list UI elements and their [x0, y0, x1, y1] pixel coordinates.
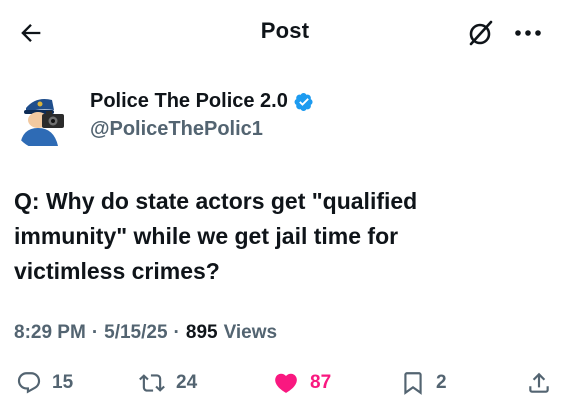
- views-count: 895: [185, 322, 218, 343]
- display-name[interactable]: Police The Police 2.0: [90, 90, 288, 113]
- more-dots-icon: [515, 30, 541, 36]
- post-meta: 8:29 PM · 5/15/25 · 895 Views: [14, 322, 277, 344]
- more-options-button[interactable]: [508, 14, 548, 52]
- share-button[interactable]: [526, 370, 552, 396]
- repost-button[interactable]: 24: [138, 370, 197, 396]
- like-button[interactable]: 87: [272, 370, 331, 396]
- grok-icon: [469, 20, 493, 46]
- heart-filled-icon: [275, 373, 297, 393]
- bookmark-button[interactable]: 2: [400, 370, 447, 396]
- meta-separator: ·: [91, 322, 99, 343]
- bookmark-icon: [404, 372, 422, 395]
- avatar[interactable]: [12, 86, 76, 150]
- reply-button[interactable]: 15: [16, 370, 73, 396]
- views-label: Views: [223, 322, 278, 343]
- bookmark-count: 2: [436, 372, 447, 393]
- author-name-row[interactable]: Police The Police 2.0: [90, 90, 314, 113]
- reply-icon: [17, 372, 41, 394]
- share-icon: [529, 372, 549, 393]
- post-text: Q: Why do state actors get "qualified im…: [14, 188, 418, 284]
- verified-badge-icon: [294, 92, 313, 111]
- reply-count: 15: [52, 372, 74, 393]
- repost-count: 24: [176, 372, 198, 393]
- post-time[interactable]: 8:29 PM: [14, 322, 86, 344]
- repost-icon: [139, 374, 165, 392]
- grok-button[interactable]: [462, 14, 500, 52]
- police-officer-avatar-icon: [12, 86, 76, 150]
- like-count: 87: [310, 372, 332, 393]
- post-date[interactable]: 5/15/25: [104, 322, 167, 344]
- author-handle[interactable]: @PoliceThePolic1: [90, 118, 263, 141]
- meta-separator: ·: [173, 322, 180, 343]
